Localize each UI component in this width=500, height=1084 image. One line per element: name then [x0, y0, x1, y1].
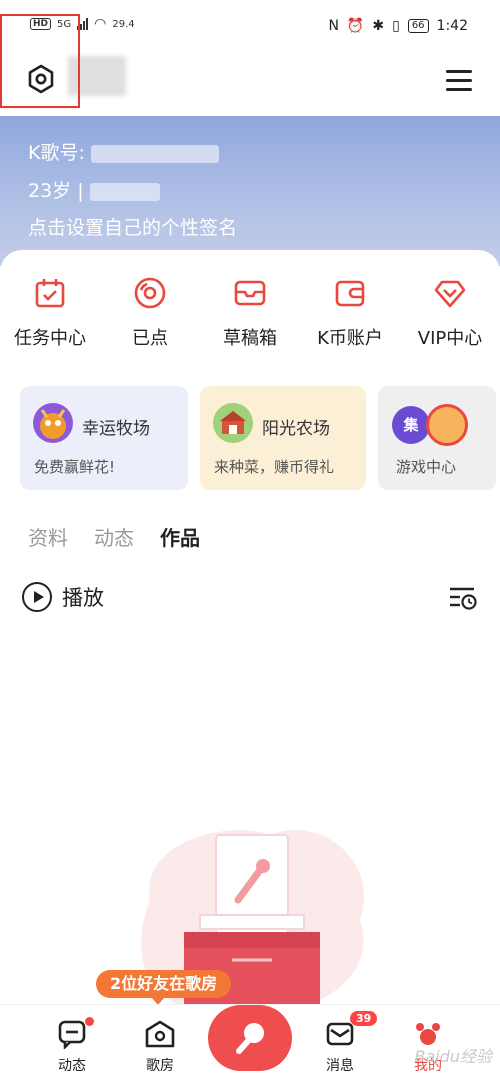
- quick-label: VIP中心: [417, 328, 483, 349]
- sort-by-time-icon[interactable]: [448, 586, 478, 610]
- collect-card-icon: 集: [392, 406, 430, 444]
- game-lucky-ranch[interactable]: 幸运牧场 免费赢鲜花!: [20, 386, 188, 490]
- quick-label: K币账户: [317, 328, 383, 349]
- k-id-label: K歌号:: [28, 142, 85, 164]
- play-icon: [22, 582, 52, 612]
- wifi-icon: ◠: [94, 16, 107, 32]
- game-center[interactable]: 集 游戏中心: [378, 386, 496, 490]
- signature-text[interactable]: 点击设置自己的个性签名: [28, 213, 237, 240]
- nav-label: 动态: [58, 1058, 86, 1074]
- quick-kcoin[interactable]: K币账户: [305, 276, 395, 350]
- quick-drafts[interactable]: 草稿箱: [205, 276, 295, 350]
- tab-feed[interactable]: 动态: [94, 522, 134, 551]
- message-count-badge: 39: [350, 1011, 378, 1026]
- game-cards: 幸运牧场 免费赢鲜花! 阳光农场 来种菜，赚币得礼 集 游戏中心: [20, 386, 500, 492]
- game-subtitle: 免费赢鲜花!: [34, 458, 116, 476]
- profile-card: 任务中心 已点 草稿箱 K币账户 VIP中心 幸运牧场 免费赢鲜花! 阳光农场 …: [0, 250, 500, 1020]
- vibrate-icon: ▯: [392, 18, 400, 34]
- disc-icon: [134, 277, 166, 309]
- highlight-frame: [0, 14, 80, 108]
- dragon-mascot-icon: [33, 403, 73, 443]
- wallet-icon: [335, 280, 365, 307]
- mail-icon: [326, 1022, 354, 1046]
- task-calendar-icon: [35, 279, 65, 308]
- character-face-icon: [426, 404, 468, 446]
- clock: 1:42: [436, 18, 468, 34]
- nav-dynamic[interactable]: 动态: [42, 1017, 102, 1075]
- nav-sing-button[interactable]: [208, 1005, 292, 1071]
- quick-actions: 任务中心 已点 草稿箱 K币账户 VIP中心: [0, 276, 500, 350]
- quick-vip[interactable]: VIP中心: [405, 276, 495, 350]
- play-all-button[interactable]: 播放: [22, 582, 104, 612]
- quick-task-center[interactable]: 任务中心: [5, 276, 95, 350]
- chat-bubble-icon: [58, 1020, 86, 1051]
- play-label: 播放: [62, 586, 104, 610]
- farm-barn-icon: [213, 403, 253, 443]
- age-row: 23岁 |: [28, 176, 160, 203]
- nav-room[interactable]: 歌房: [130, 1019, 190, 1075]
- net-speed: 29.4: [112, 18, 135, 30]
- friends-in-room-pill[interactable]: 2位好友在歌房: [96, 970, 232, 1005]
- inbox-tray-icon: [234, 280, 266, 306]
- k-id-row: K歌号:: [28, 138, 219, 165]
- quick-ordered[interactable]: 已点: [105, 276, 195, 350]
- alarm-icon: ⏰: [346, 18, 365, 34]
- quick-label: 任务中心: [14, 328, 86, 349]
- nfc-icon: N: [328, 18, 339, 34]
- menu-icon[interactable]: [446, 70, 472, 92]
- nav-label: 消息: [326, 1058, 354, 1074]
- unread-dot: [85, 1017, 94, 1026]
- location-redacted: [89, 182, 160, 201]
- k-id-redacted: [90, 144, 219, 163]
- microphone-icon: [236, 1023, 264, 1054]
- bluetooth-icon: ✱: [372, 18, 385, 34]
- age-text: 23岁 |: [28, 180, 90, 202]
- tab-profile-info[interactable]: 资料: [28, 522, 68, 551]
- status-right: N ⏰ ✱ ▯ 66 1:42: [328, 18, 468, 34]
- nav-messages[interactable]: 39 消息: [310, 1011, 378, 1075]
- profile-header: K歌号: 23岁 | 点击设置自己的个性签名: [0, 116, 500, 266]
- game-subtitle: 来种菜，赚币得礼: [214, 458, 335, 476]
- game-title: 阳光农场: [262, 419, 330, 439]
- diamond-icon: [434, 280, 466, 308]
- tab-works[interactable]: 作品: [160, 522, 200, 551]
- battery-icon: 66: [407, 19, 429, 33]
- nav-label: 歌房: [146, 1058, 174, 1074]
- baidu-watermark: Baidu经验: [414, 1047, 492, 1066]
- quick-label: 已点: [132, 328, 168, 349]
- bottom-nav: 动态 歌房 39 消息 我的 Baidu经验: [0, 1004, 500, 1084]
- house-icon: [145, 1020, 175, 1048]
- game-title: 幸运牧场: [82, 419, 150, 439]
- game-sunny-farm[interactable]: 阳光农场 来种菜，赚币得礼: [200, 386, 366, 490]
- quick-label: 草稿箱: [223, 328, 277, 349]
- game-center-icons: 集: [392, 404, 472, 448]
- game-subtitle: 游戏中心: [396, 458, 457, 476]
- profile-tabs: 资料 动态 作品: [28, 522, 200, 551]
